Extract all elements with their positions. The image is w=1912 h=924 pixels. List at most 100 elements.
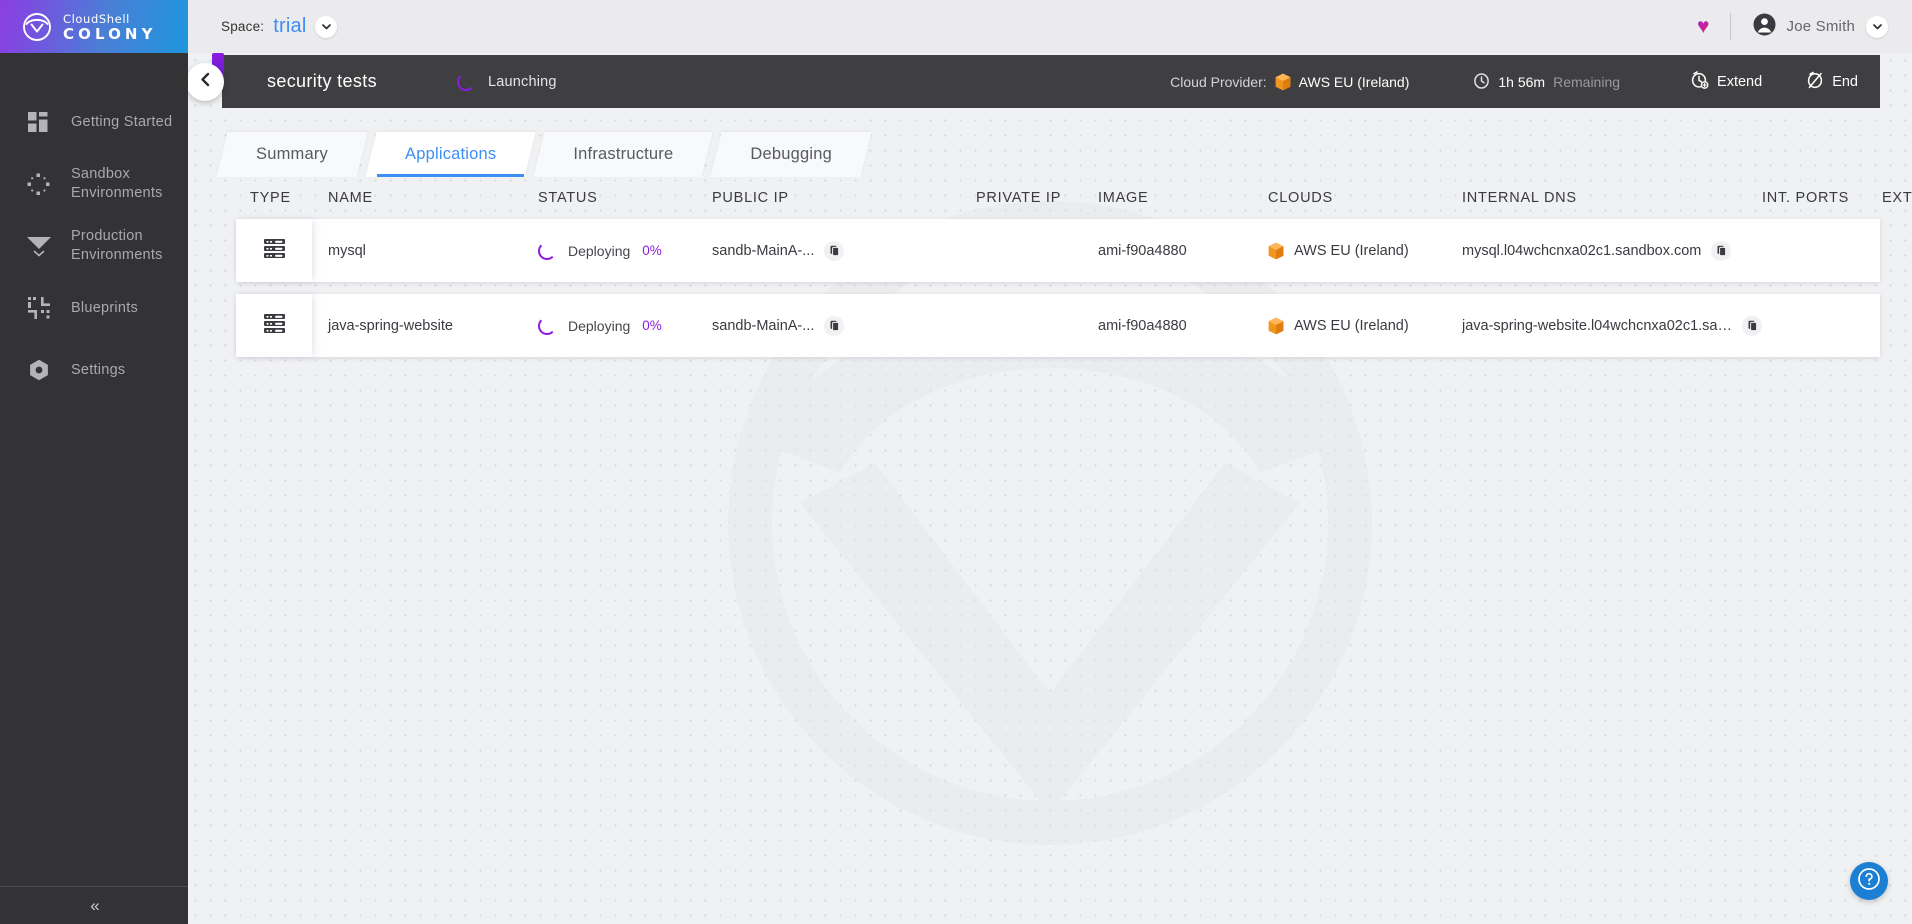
end-button[interactable]: End [1806, 71, 1858, 93]
sandbox-header: security tests Launching Cloud Provider:… [186, 53, 1880, 108]
spinner-icon [538, 316, 556, 335]
sidebar-item-label: Production Environments [71, 228, 163, 263]
remaining-time-value: 1h 56m [1498, 73, 1546, 90]
clock-end-icon [1806, 71, 1824, 93]
tab-active-underline [377, 174, 525, 177]
user-menu[interactable]: Joe Smith [1753, 13, 1888, 41]
blueprint-corners-icon [22, 297, 55, 319]
row-cloud-label: AWS EU (Ireland) [1294, 317, 1409, 334]
column-header-type: TYPE [250, 190, 291, 206]
sidebar-item-sandbox-environments[interactable]: Sandbox Environments [0, 153, 188, 215]
heart-icon[interactable]: ♥ [1697, 15, 1709, 39]
row-public-ip: sandb-MainA-... [712, 317, 815, 334]
user-name-label: Joe Smith [1786, 18, 1855, 35]
row-type-cell [236, 219, 312, 282]
copy-icon[interactable] [824, 240, 845, 261]
row-clouds-cell: AWS EU (Ireland) [1268, 219, 1462, 282]
tab-applications[interactable]: Applications [365, 132, 536, 177]
extend-button[interactable]: Extend [1690, 70, 1763, 93]
sidebar-item-label: Sandbox Environments [71, 166, 163, 201]
table-row[interactable]: mysql Deploying 0% sandb-MainA-... ami-f… [236, 219, 1880, 282]
row-public-ip: sandb-MainA-... [712, 242, 815, 259]
row-private-ip [976, 219, 1098, 282]
sidebar-item-label: Settings [71, 361, 126, 378]
cloud-provider-value: AWS EU (Ireland) [1298, 73, 1410, 90]
tab-infrastructure[interactable]: Infrastructure [533, 132, 714, 177]
row-status-cell: Deploying 0% [538, 294, 712, 357]
row-status-percent: 0% [642, 318, 662, 333]
brand-top-label: CloudShell [63, 11, 130, 26]
tab-summary[interactable]: Summary [216, 132, 368, 177]
table-row[interactable]: java-spring-website Deploying 0% sandb-M… [236, 294, 1880, 357]
row-private-ip [976, 294, 1098, 357]
colony-logo-icon [22, 12, 52, 42]
chevron-down-icon[interactable] [1866, 15, 1888, 38]
aws-cube-icon [1268, 317, 1284, 335]
row-public-ip-cell: sandb-MainA-... [712, 294, 976, 357]
row-internal-dns: mysql.l04wchcnxa02c1.sandbox.com [1462, 242, 1702, 259]
column-header-image: IMAGE [1098, 190, 1149, 206]
question-circle-icon [1857, 867, 1881, 896]
column-header-status: STATUS [538, 190, 598, 206]
cloud-provider-label: Cloud Provider: [1170, 73, 1267, 90]
row-ext-ports [1882, 219, 1912, 282]
gear-hex-icon [22, 359, 55, 381]
row-name: java-spring-website [328, 317, 453, 334]
chevron-left-icon [198, 72, 213, 92]
back-button[interactable] [186, 63, 224, 101]
column-header-name: NAME [328, 190, 373, 206]
funnel-chevron-icon [22, 235, 55, 257]
sandbox-diamond-icon [22, 173, 55, 196]
space-selector[interactable]: Space: trial [221, 15, 338, 38]
copy-icon[interactable] [1742, 315, 1762, 336]
end-label: End [1832, 73, 1858, 90]
applications-table: TYPE NAME STATUS PUBLIC IP PRIVATE IP IM… [236, 177, 1912, 357]
tab-debugging[interactable]: Debugging [710, 132, 872, 177]
row-clouds-cell: AWS EU (Ireland) [1268, 294, 1462, 357]
topbar-right-group: ♥ Joe Smith [1697, 13, 1912, 41]
sidebar-item-blueprints[interactable]: Blueprints [0, 277, 188, 339]
column-header-public-ip: PUBLIC IP [712, 190, 789, 206]
sidebar-item-production-environments[interactable]: Production Environments [0, 215, 188, 277]
row-status-cell: Deploying 0% [538, 219, 712, 282]
row-int-ports [1762, 219, 1882, 282]
row-internal-dns-cell: java-spring-website.l04wchcnxa02c1.san..… [1462, 294, 1762, 357]
aws-cube-icon [1268, 242, 1284, 260]
copy-icon[interactable] [824, 315, 845, 336]
sidebar: CloudShell COLONY Getting Started Sandbo… [0, 0, 188, 924]
sandbox-status-label: Launching [487, 73, 557, 90]
row-cloud-label: AWS EU (Ireland) [1294, 242, 1409, 259]
cloud-provider-group: Cloud Provider: AWS EU (Ireland) [1170, 73, 1409, 91]
row-internal-dns: java-spring-website.l04wchcnxa02c1.san..… [1462, 317, 1732, 334]
tab-label: Summary [256, 145, 328, 163]
sidebar-item-label: Getting Started [71, 113, 173, 130]
help-button[interactable] [1850, 862, 1888, 900]
sidebar-collapse-button[interactable]: « [0, 886, 188, 924]
avatar-icon [1753, 13, 1776, 41]
extend-label: Extend [1717, 73, 1763, 90]
clock-extend-icon [1690, 70, 1709, 93]
server-stack-icon [262, 311, 287, 340]
row-image: ami-f90a4880 [1098, 317, 1187, 334]
aws-cube-icon [1275, 73, 1291, 91]
double-chevron-left-icon: « [90, 895, 100, 915]
column-header-private-ip: PRIVATE IP [976, 190, 1062, 206]
row-status-label: Deploying [568, 242, 631, 259]
brand-header[interactable]: CloudShell COLONY [0, 0, 188, 53]
space-label: Space: [221, 19, 265, 34]
row-image: ami-f90a4880 [1098, 242, 1187, 259]
copy-icon[interactable] [1711, 240, 1732, 261]
row-type-cell [236, 294, 312, 357]
top-bar: Space: trial ♥ Joe Smith [188, 0, 1912, 53]
brand-text: CloudShell COLONY [63, 11, 157, 43]
sidebar-item-getting-started[interactable]: Getting Started [0, 91, 188, 153]
column-header-int-ports: INT. PORTS [1762, 190, 1849, 206]
row-internal-dns-cell: mysql.l04wchcnxa02c1.sandbox.com [1462, 219, 1762, 282]
sidebar-item-label: Blueprints [71, 299, 138, 316]
table-body: mysql Deploying 0% sandb-MainA-... ami-f… [236, 219, 1880, 357]
chevron-down-icon[interactable] [315, 15, 338, 38]
clock-icon [1473, 72, 1490, 92]
sidebar-item-settings[interactable]: Settings [0, 339, 188, 401]
row-name: mysql [328, 242, 366, 259]
row-public-ip-cell: sandb-MainA-... [712, 219, 976, 282]
